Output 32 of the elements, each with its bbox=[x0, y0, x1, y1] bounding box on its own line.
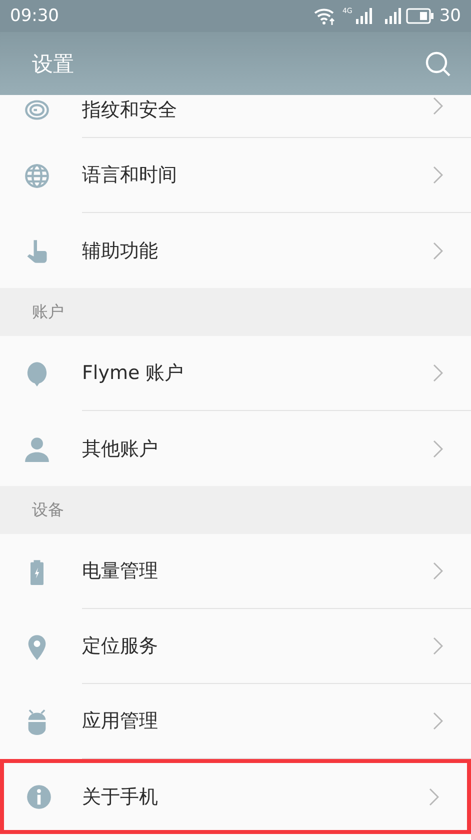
battery-icon bbox=[406, 8, 434, 24]
chevron-right-icon bbox=[433, 712, 443, 730]
item-label: 语言和时间 bbox=[82, 163, 178, 188]
signal-icon bbox=[356, 8, 374, 24]
person-icon bbox=[24, 436, 50, 462]
settings-item[interactable]: 关于手机 bbox=[0, 759, 471, 834]
chevron-right-icon bbox=[433, 97, 443, 115]
section-header: 设备 bbox=[0, 486, 471, 534]
item-label: 指纹和安全 bbox=[82, 98, 178, 123]
item-label: Flyme 账户 bbox=[82, 361, 185, 386]
globe-icon bbox=[24, 162, 50, 188]
search-icon bbox=[425, 50, 451, 76]
chevron-right-icon bbox=[433, 637, 443, 655]
item-label: 电量管理 bbox=[82, 559, 159, 584]
item-label: 其他账户 bbox=[82, 436, 159, 462]
item-label: 关于手机 bbox=[82, 784, 159, 810]
clock-time: 09:30 bbox=[10, 6, 59, 26]
info-icon bbox=[26, 784, 52, 810]
item-label: 定位服务 bbox=[82, 634, 159, 659]
chevron-right-icon bbox=[433, 440, 443, 458]
item-label: 应用管理 bbox=[82, 709, 159, 734]
battery-level: 30 bbox=[439, 6, 461, 26]
item-label: 辅助功能 bbox=[82, 238, 159, 264]
chevron-right-icon bbox=[433, 166, 443, 184]
page-title: 设置 bbox=[32, 50, 75, 78]
chevron-right-icon bbox=[433, 364, 443, 382]
chevron-right-icon bbox=[433, 562, 443, 580]
chevron-right-icon bbox=[429, 788, 439, 806]
wifi-icon bbox=[314, 7, 336, 25]
signal-icon bbox=[385, 8, 402, 24]
section-header: 账户 bbox=[0, 288, 471, 336]
chevron-right-icon bbox=[433, 242, 443, 260]
